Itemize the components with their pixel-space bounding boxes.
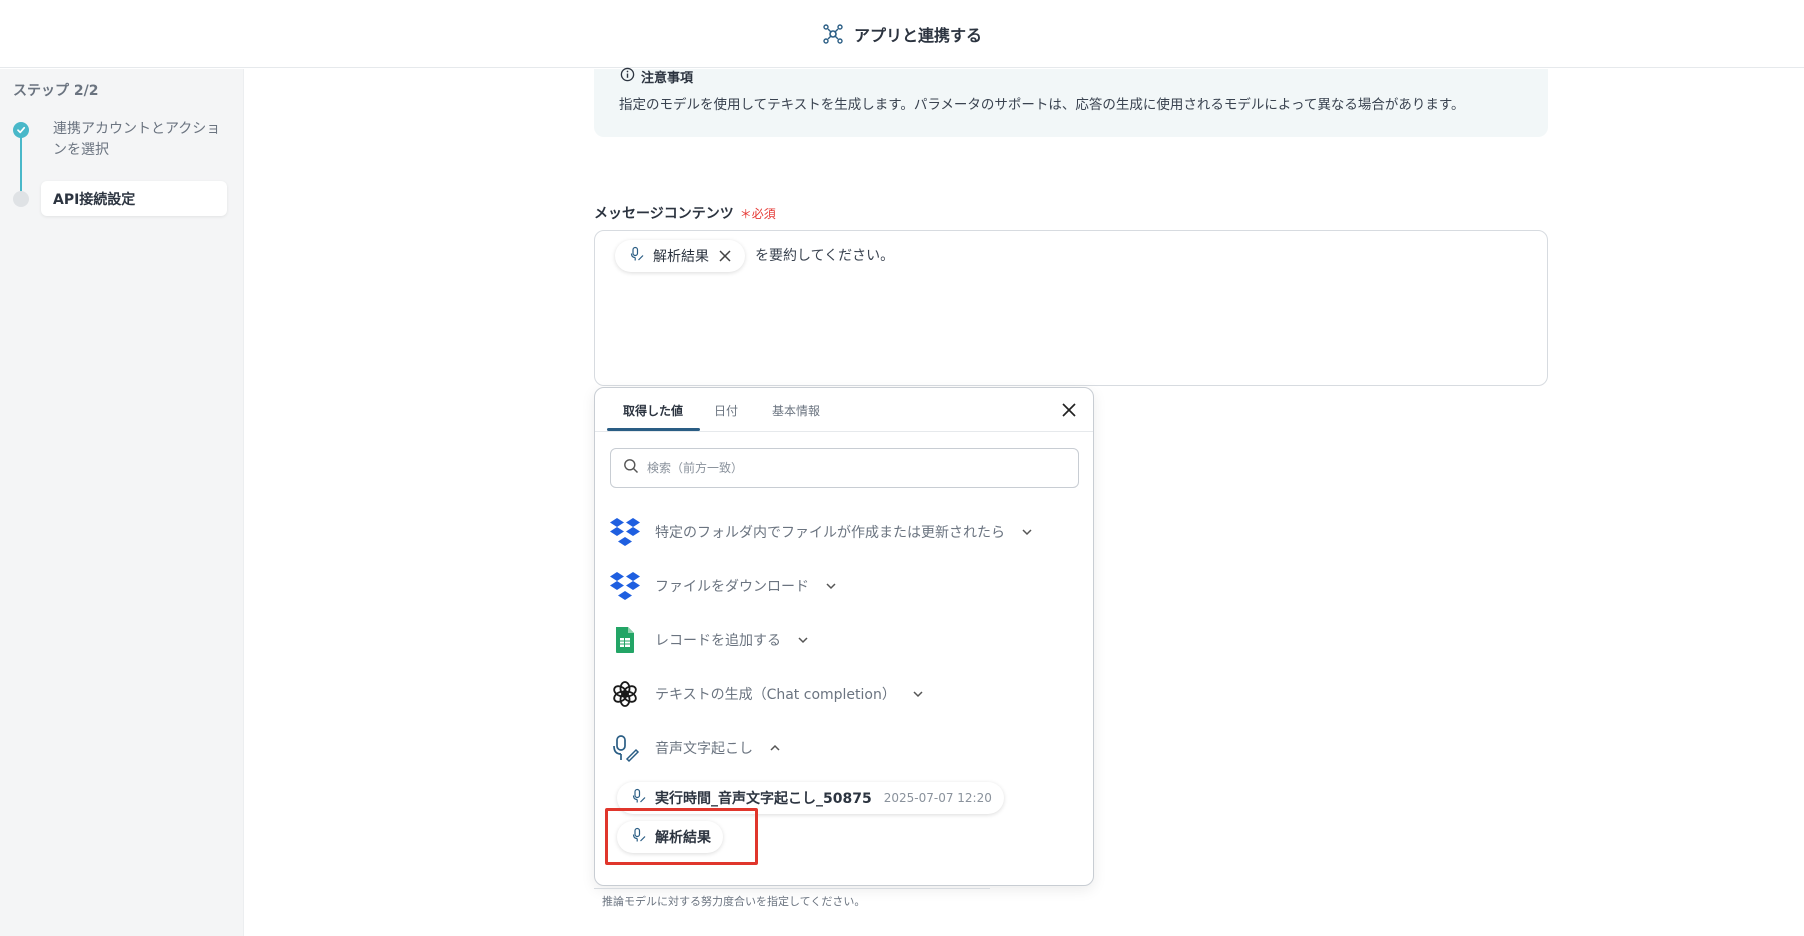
chevron-down-icon [825,580,837,592]
variable-chip[interactable]: 解析結果 [615,240,745,272]
required-badge: ＊必須 [740,205,776,222]
field-label-text: メッセージコンテンツ [594,206,734,222]
active-tab-indicator [607,428,700,431]
message-content-label: メッセージコンテンツ ＊必須 [594,203,776,223]
header-title-wrap: アプリと連携する [822,22,982,46]
top-header: アプリと連携する [0,0,1804,68]
reasoning-effort-hint: 推論モデルに対する努力度合いを指定してください。 [602,895,866,908]
microphone-icon [631,788,647,808]
variable-chip-label: 解析結果 [653,249,709,265]
check-icon [13,122,29,138]
group-add-record[interactable]: レコードを追加する [609,622,809,658]
message-text: を要約してください。 [755,248,895,264]
page-title: アプリと連携する [853,25,982,45]
group-text-generation[interactable]: テキストの生成（Chat completion） [609,676,924,712]
tab-basic-info[interactable]: 基本情報 [772,402,820,419]
group-folder-trigger[interactable]: 特定のフォルダ内でファイルが作成または更新されたら [609,514,1033,550]
sidebar-step-select-account[interactable]: 連携アカウントとアクションを選択 [53,119,223,161]
chevron-down-icon [797,634,809,646]
notice-box: 注意事項 指定のモデルを使用してテキストを生成します。パラメータのサポートは、応… [594,67,1548,137]
close-icon[interactable] [1059,400,1079,420]
close-icon[interactable] [717,248,733,264]
value-item-label: 解析結果 [655,830,711,846]
group-label: テキストの生成（Chat completion） [655,687,896,703]
group-label: 音声文字起こし [655,741,753,757]
dropbox-icon [609,516,641,548]
divider [594,888,990,889]
required-mark: ＊ [739,206,752,221]
value-item-analysis-result[interactable]: 解析結果 [617,821,723,853]
search-field[interactable] [610,448,1079,488]
panel-tabs: 取得した値 日付 基本情報 [595,388,1093,432]
dropbox-icon [609,570,641,602]
search-input[interactable] [647,461,1047,475]
microphone-icon [609,732,641,764]
sidebar-step-label: API接続設定 [53,191,136,208]
tab-acquired-values[interactable]: 取得した値 [623,402,683,419]
value-item-execution-time[interactable]: 実行時間_音声文字起こし_50875 2025-07-07 12:20 [617,782,1004,814]
group-label: ファイルをダウンロード [655,579,809,595]
sidebar: ステップ 2/2 連携アカウントとアクションを選択 API接続設定 [0,69,244,936]
message-content-input[interactable]: 解析結果 を要約してください。 [594,230,1548,386]
google-sheets-icon [609,624,641,656]
group-transcription[interactable]: 音声文字起こし [609,730,781,766]
connect-icon [822,23,844,45]
search-icon [623,458,639,478]
value-item-label: 実行時間_音声文字起こし_50875 [655,791,872,807]
group-download-file[interactable]: ファイルをダウンロード [609,568,837,604]
step-dot-icon [13,191,29,207]
step-counter: ステップ 2/2 [13,83,99,99]
tab-date[interactable]: 日付 [714,402,738,419]
info-icon [620,67,635,86]
chevron-down-icon [912,688,924,700]
microphone-icon [631,827,647,847]
chevron-down-icon [1021,526,1033,538]
group-label: 特定のフォルダ内でファイルが作成または更新されたら [655,525,1005,541]
microphone-icon [629,246,645,266]
openai-icon [609,678,641,710]
required-text: 必須 [751,206,776,221]
step-progress-line [20,133,22,197]
sidebar-step-api-settings[interactable]: API接続設定 [41,181,227,216]
notice-title: 注意事項 [641,71,694,86]
chevron-up-icon [769,742,781,754]
notice-title-row: 注意事項 [620,67,693,86]
group-label: レコードを追加する [655,633,781,649]
value-item-date: 2025-07-07 12:20 [883,791,992,805]
notice-body: 指定のモデルを使用してテキストを生成します。パラメータのサポートは、応答の生成に… [619,97,1465,113]
value-picker-panel: 取得した値 日付 基本情報 特定のフォルダ内でファイルが作成または更新されたら [594,387,1094,886]
